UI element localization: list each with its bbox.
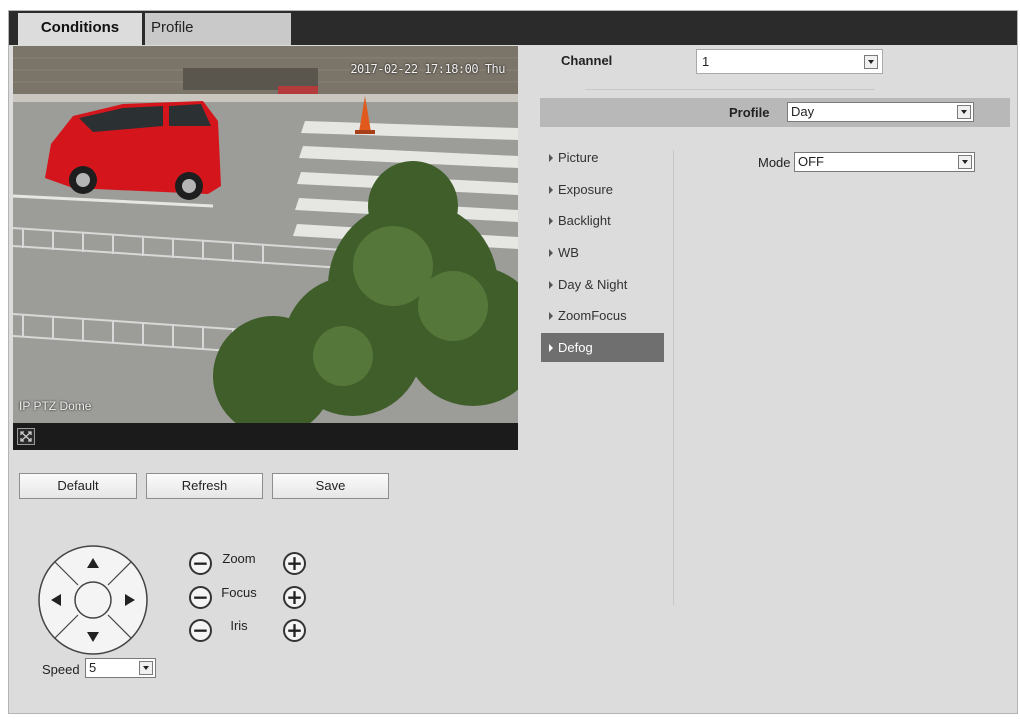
caret-right-icon — [549, 154, 553, 162]
focus-label: Focus — [221, 585, 257, 600]
menu-item-backlight[interactable]: Backlight — [541, 206, 664, 235]
caret-right-icon — [549, 217, 553, 225]
caret-right-icon — [549, 344, 553, 352]
ptz-center-button[interactable] — [74, 581, 112, 619]
tab-profile-management[interactable]: Profile Management — [145, 13, 291, 66]
chevron-down-icon — [958, 155, 972, 169]
profile-value: Day — [791, 104, 815, 119]
vertical-divider — [673, 150, 674, 605]
menu-item-day-night[interactable]: Day & Night — [541, 270, 664, 299]
menu-item-defog[interactable]: Defog — [541, 333, 664, 362]
menu-item-zoomfocus[interactable]: ZoomFocus — [541, 301, 664, 330]
speed-value: 5 — [89, 660, 97, 675]
caret-right-icon — [549, 186, 553, 194]
tab-bar: Conditions Profile Management — [9, 11, 1017, 66]
fullscreen-icon[interactable] — [17, 428, 35, 445]
mode-value: OFF — [798, 154, 824, 169]
divider — [585, 89, 875, 90]
iris-label: Iris — [230, 618, 248, 633]
ptz-direction-pad — [37, 544, 149, 656]
focus-row: − Focus + — [175, 572, 306, 609]
tab-conditions[interactable]: Conditions — [18, 13, 142, 45]
mode-select[interactable]: OFF — [794, 152, 975, 172]
speed-label: Speed — [42, 662, 80, 677]
iris-open-button[interactable]: + — [283, 619, 306, 642]
osd-channel-name: IP PTZ Dome — [19, 399, 92, 413]
default-button[interactable]: Default — [19, 473, 137, 499]
caret-right-icon — [549, 281, 553, 289]
save-button[interactable]: Save — [272, 473, 389, 499]
zoom-label: Zoom — [222, 551, 256, 566]
caret-right-icon — [549, 249, 553, 257]
channel-select[interactable]: 1 — [696, 49, 883, 74]
profile-select[interactable]: Day — [787, 102, 974, 122]
profile-label: Profile — [729, 105, 770, 120]
iris-row: − Iris + — [175, 605, 306, 642]
chevron-down-icon — [864, 55, 878, 69]
mode-label: Mode — [758, 155, 791, 170]
caret-right-icon — [549, 312, 553, 320]
channel-label: Channel — [561, 53, 613, 68]
menu-item-exposure[interactable]: Exposure — [541, 175, 664, 204]
osd-timestamp: 2017-02-22 17:18:00 Thu — [350, 62, 505, 76]
live-video-view[interactable]: 2017-02-22 17:18:00 Thu IP PTZ Dome — [13, 46, 518, 450]
camera-scene — [13, 46, 518, 423]
zoom-row: − Zoom + — [175, 538, 306, 575]
menu-item-picture[interactable]: Picture — [541, 143, 664, 172]
speed-select[interactable]: 5 — [85, 658, 156, 678]
channel-value: 1 — [702, 54, 710, 69]
refresh-button[interactable]: Refresh — [146, 473, 263, 499]
menu-item-wb[interactable]: WB — [541, 238, 664, 267]
video-toolbar — [13, 423, 518, 450]
chevron-down-icon — [139, 661, 153, 675]
chevron-down-icon — [957, 105, 971, 119]
